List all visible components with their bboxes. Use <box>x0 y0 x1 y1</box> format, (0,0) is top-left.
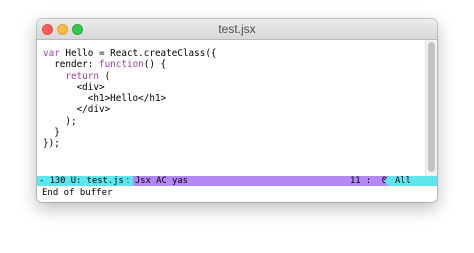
code-token: } <box>43 127 60 139</box>
code-line: return ( <box>43 71 217 82</box>
code-text: var Hello = React.createClass({ render: … <box>43 48 217 150</box>
code-token: </div> <box>43 104 111 116</box>
title-bar[interactable]: test.jsx <box>37 19 437 40</box>
code-token: ( <box>98 70 111 82</box>
scroll-indicator: All <box>389 176 437 186</box>
code-token: }); <box>43 138 60 150</box>
code-line: <h1>Hello</h1> <box>43 93 217 104</box>
scrollbar-thumb[interactable] <box>428 42 435 172</box>
cursor-position: 11 : 0 <box>350 176 388 186</box>
code-token: () { <box>143 59 167 71</box>
code-token: <h1>Hello</h1> <box>43 93 167 105</box>
keyword-token: return <box>65 70 99 82</box>
window-title: test.jsx <box>218 22 256 36</box>
code-token: Hello = React.createClass({ <box>59 48 217 59</box>
code-line: render: function() { <box>43 59 217 70</box>
keyword-token: function <box>98 59 144 71</box>
code-editor[interactable]: var Hello = React.createClass({ render: … <box>37 40 425 195</box>
vertical-scrollbar[interactable] <box>425 40 437 176</box>
buffer-info: - 130 U: test.jsx <box>37 176 134 186</box>
mode-line-separator <box>124 176 129 186</box>
code-line: ); <box>43 116 217 127</box>
code-line: var Hello = React.createClass({ <box>43 48 217 59</box>
echo-area: End of buffer <box>37 186 437 202</box>
code-token: ); <box>43 115 77 127</box>
code-line: } <box>43 127 217 138</box>
keyword-token: var <box>43 48 60 59</box>
major-minor-modes: Jsx AC yas <box>135 176 188 186</box>
code-token: <div> <box>43 81 105 93</box>
code-line: }); <box>43 138 217 149</box>
code-line: </div> <box>43 104 217 115</box>
code-line: <div> <box>43 82 217 93</box>
editor-window: test.jsx var Hello = React.createClass({… <box>37 19 437 202</box>
code-token: render: <box>43 59 99 71</box>
mode-line: - 130 U: test.jsx Jsx AC yas 11 : 0 All <box>37 176 437 186</box>
